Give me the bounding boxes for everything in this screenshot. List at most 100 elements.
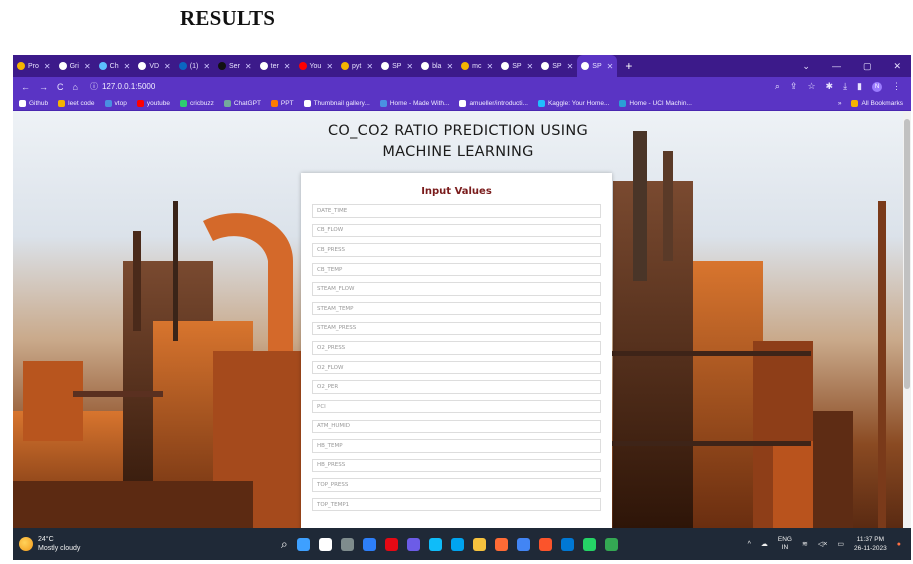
bookmark-item[interactable]: youtube <box>136 99 170 107</box>
bookmark-item[interactable]: Home - Made With... <box>379 99 449 107</box>
tab-close-icon[interactable]: ✕ <box>84 62 91 71</box>
tab-close-icon[interactable]: ✕ <box>124 62 131 71</box>
onedrive-icon[interactable]: ☁ <box>761 540 768 548</box>
taskbar-app-icon[interactable] <box>516 537 530 551</box>
browser-tab[interactable]: You ✕ <box>295 55 338 77</box>
search-icon[interactable]: ⌕ <box>281 537 288 552</box>
tab-search-icon[interactable]: ⌄ <box>802 61 810 72</box>
taskbar-app-icon[interactable] <box>318 537 332 551</box>
url-field[interactable]: ⓘ 127.0.0.1:5000 <box>90 81 155 92</box>
browser-tab[interactable]: SP ✕ <box>497 55 537 77</box>
bookmark-item[interactable]: Kaggle: Your Home... <box>537 99 609 107</box>
wifi-icon[interactable]: ≋ <box>802 540 808 548</box>
new-tab-button[interactable]: + <box>617 59 640 73</box>
sidepanel-icon[interactable]: ▮ <box>857 81 862 92</box>
bookmark-item[interactable]: Github <box>19 99 48 107</box>
field-top-press[interactable] <box>312 478 601 492</box>
field-top-temp1[interactable] <box>312 497 601 512</box>
bookmark-item[interactable]: Home - UCI Machin... <box>619 99 692 107</box>
tab-close-icon[interactable]: ✕ <box>567 62 574 71</box>
forward-icon[interactable]: → <box>39 82 48 92</box>
tab-close-icon[interactable]: ✕ <box>527 62 534 71</box>
maximize-button[interactable]: ▢ <box>863 61 872 72</box>
browser-tab[interactable]: pyt ✕ <box>337 55 377 77</box>
weather-widget[interactable]: 24°C Mostly cloudy <box>13 535 259 553</box>
tab-close-icon[interactable]: ✕ <box>203 62 210 71</box>
volume-icon[interactable]: ◁× <box>818 540 827 548</box>
field-steam-press[interactable] <box>312 321 601 336</box>
tab-close-icon[interactable]: ✕ <box>607 62 614 71</box>
notification-icon[interactable]: ● <box>897 541 901 548</box>
tab-close-icon[interactable]: ✕ <box>245 62 252 71</box>
tab-close-icon[interactable]: ✕ <box>284 62 291 71</box>
taskbar-app-icon[interactable] <box>604 537 618 551</box>
taskbar-app-icon[interactable] <box>340 537 354 551</box>
taskbar-app-icon[interactable] <box>428 537 442 551</box>
taskbar-app-icon[interactable] <box>560 537 574 551</box>
language-indicator[interactable]: ENG IN <box>778 536 792 552</box>
taskbar-app-icon[interactable] <box>494 537 508 551</box>
field-cb-temp[interactable] <box>312 262 601 277</box>
bookmarks-overflow-icon[interactable]: » <box>838 100 842 107</box>
tab-close-icon[interactable]: ✕ <box>487 62 494 71</box>
download-icon[interactable]: ⤓ <box>843 81 847 92</box>
tray-overflow-icon[interactable]: ^ <box>748 541 751 548</box>
bookmark-item[interactable]: leet code <box>58 99 95 107</box>
browser-tab[interactable]: Gri ✕ <box>55 55 95 77</box>
back-icon[interactable]: ← <box>21 82 30 92</box>
browser-tab[interactable]: ter ✕ <box>256 55 295 77</box>
reload-icon[interactable]: C <box>57 82 64 92</box>
field-hb-press[interactable] <box>312 458 601 473</box>
menu-icon[interactable]: ⋮ <box>892 81 901 92</box>
taskbar-app-icon[interactable] <box>384 537 398 551</box>
extensions-icon[interactable]: ✱ <box>826 81 834 92</box>
field-cb-flow[interactable] <box>312 223 601 238</box>
field-steam-temp[interactable] <box>312 301 601 316</box>
browser-tab[interactable]: Pro ✕ <box>13 55 55 77</box>
field-atm-humid[interactable] <box>312 419 601 434</box>
zoom-icon[interactable]: ⌕ <box>775 81 780 92</box>
minimize-button[interactable]: — <box>832 61 841 72</box>
clock[interactable]: 11:37 PM 26-11-2023 <box>854 535 887 553</box>
tab-close-icon[interactable]: ✕ <box>164 62 171 71</box>
page-scrollbar[interactable] <box>903 111 911 528</box>
bookmark-item[interactable]: ChatGPT <box>223 99 261 107</box>
bookmark-star-icon[interactable]: ☆ <box>807 81 815 92</box>
browser-tab[interactable]: SP ✕ <box>537 55 577 77</box>
tab-close-icon[interactable]: ✕ <box>406 62 413 71</box>
taskbar-app-icon[interactable] <box>472 537 486 551</box>
bookmark-item[interactable]: vtop <box>104 99 127 107</box>
field-hb-temp[interactable] <box>312 439 601 453</box>
taskbar-app-icon[interactable] <box>296 537 310 551</box>
field-o2-per[interactable] <box>312 380 601 394</box>
bookmark-item[interactable]: PPT <box>270 99 294 107</box>
tab-close-icon[interactable]: ✕ <box>326 62 333 71</box>
bookmark-item[interactable]: amueller/introducti... <box>459 99 528 107</box>
profile-avatar[interactable]: N <box>872 81 882 92</box>
field-cb-press[interactable] <box>312 243 601 257</box>
browser-tab[interactable]: Ch ✕ <box>95 55 135 77</box>
field-pci[interactable] <box>312 399 601 414</box>
field-date-time[interactable] <box>312 204 601 218</box>
taskbar-app-icon[interactable] <box>362 537 376 551</box>
close-window-button[interactable]: ✕ <box>893 61 901 72</box>
browser-tab[interactable]: SP ✕ <box>377 55 417 77</box>
tab-close-icon[interactable]: ✕ <box>446 62 453 71</box>
home-icon[interactable]: ⌂ <box>73 82 78 92</box>
all-bookmarks-button[interactable]: All Bookmarks <box>851 99 903 107</box>
browser-tab[interactable]: mc ✕ <box>457 55 497 77</box>
battery-icon[interactable]: ▭ <box>837 540 844 548</box>
bookmark-item[interactable]: Thumbnail gallery... <box>303 99 370 107</box>
bookmark-item[interactable]: cricbuzz <box>179 99 214 107</box>
browser-tab[interactable]: VD ✕ <box>134 55 174 77</box>
field-o2-flow[interactable] <box>312 360 601 375</box>
site-info-icon[interactable]: ⓘ <box>90 81 98 92</box>
field-steam-flow[interactable] <box>312 282 601 296</box>
browser-tab[interactable]: (1) ✕ <box>175 55 214 77</box>
taskbar-app-icon[interactable] <box>538 537 552 551</box>
field-o2-press[interactable] <box>312 341 601 355</box>
browser-tab[interactable]: Ser ✕ <box>214 55 256 77</box>
taskbar-app-icon[interactable] <box>450 537 464 551</box>
taskbar-app-icon[interactable] <box>582 537 596 551</box>
browser-tab[interactable]: SP ✕ <box>577 55 618 77</box>
